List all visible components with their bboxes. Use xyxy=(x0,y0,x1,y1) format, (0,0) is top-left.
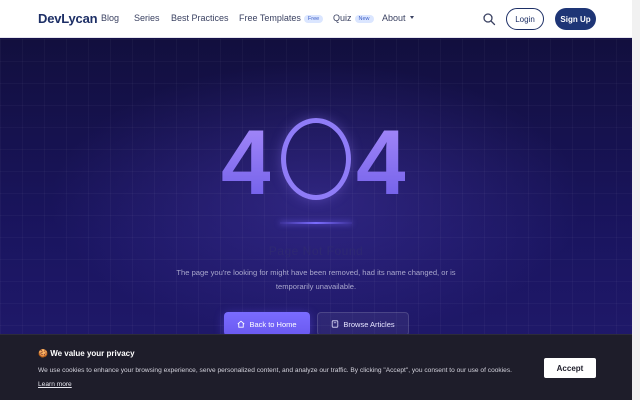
chevron-down-icon xyxy=(409,16,414,19)
error-subtitle: Page Not Found xyxy=(268,244,364,258)
cookie-description-text: We use cookies to enhance your browsing … xyxy=(38,367,512,374)
nav-link-quiz[interactable]: Quiz New xyxy=(333,13,374,23)
nav-link-label: Free Templates xyxy=(239,13,301,23)
glow-divider xyxy=(280,222,352,224)
nav-link-free-templates[interactable]: Free Templates Free xyxy=(239,13,324,23)
search-button[interactable] xyxy=(482,12,496,26)
page-scrollbar[interactable] xyxy=(632,0,640,400)
cookie-icon: 🍪 xyxy=(38,349,48,358)
signup-button[interactable]: Sign Up xyxy=(555,8,596,30)
top-navbar: DevLycan Blog Series Best Practices Free… xyxy=(0,0,632,38)
cookie-title: 🍪 We value your privacy xyxy=(38,349,135,358)
search-icon xyxy=(483,13,496,26)
cookie-banner: 🍪 We value your privacy We use cookies t… xyxy=(0,334,632,400)
browse-articles-label: Browse Articles xyxy=(343,319,395,329)
nav-link-blog[interactable]: Blog xyxy=(101,13,119,23)
cookie-title-text: We value your privacy xyxy=(50,349,135,358)
error-digit-left: 4 xyxy=(221,112,272,214)
login-button[interactable]: Login xyxy=(506,8,544,30)
nav-link-label: About xyxy=(382,13,406,23)
free-badge: Free xyxy=(303,15,324,23)
back-to-home-label: Back to Home xyxy=(249,319,297,329)
back-to-home-button[interactable]: Back to Home xyxy=(224,312,310,336)
browse-articles-button[interactable]: Browse Articles xyxy=(317,312,409,336)
nav-link-label: Quiz xyxy=(333,13,352,23)
nav-link-series[interactable]: Series xyxy=(134,13,160,23)
accept-cookies-button[interactable]: Accept xyxy=(544,358,596,378)
book-icon xyxy=(332,320,339,328)
error-description: The page you're looking for might have b… xyxy=(176,268,456,291)
cookie-description: We use cookies to enhance your browsing … xyxy=(38,364,528,392)
nav-link-about[interactable]: About xyxy=(382,13,414,23)
site-logo[interactable]: DevLycan xyxy=(38,11,98,26)
error-digit-right: 4 xyxy=(356,112,407,214)
error-zero-ring xyxy=(281,118,351,200)
new-badge: New xyxy=(354,15,374,23)
nav-link-best-practices[interactable]: Best Practices xyxy=(171,13,229,23)
home-icon xyxy=(237,320,245,328)
learn-more-link[interactable]: Learn more xyxy=(38,381,72,388)
